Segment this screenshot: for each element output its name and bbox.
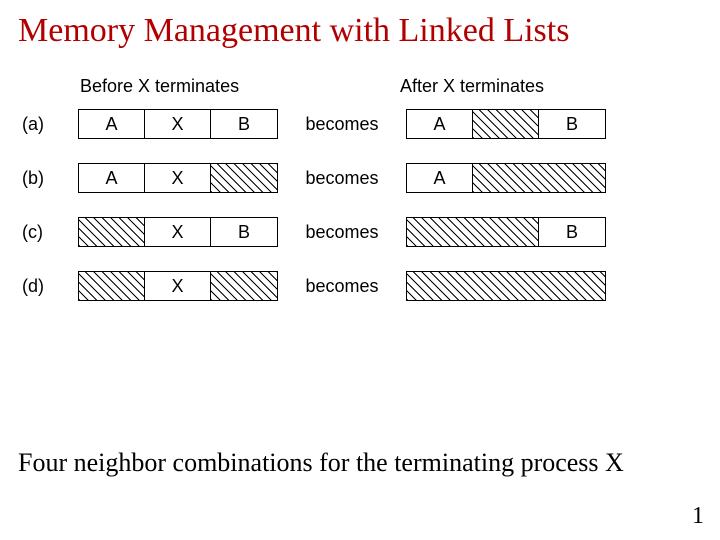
after-boxes: B — [406, 217, 606, 247]
segment-B: B — [539, 218, 605, 246]
row-label: (d) — [22, 276, 62, 297]
row-c: (c) X B becomes B — [22, 217, 702, 247]
segment-X: X — [145, 218, 211, 246]
page-number: 1 — [692, 503, 704, 530]
free-hole-icon — [79, 272, 145, 300]
header-before: Before X terminates — [80, 76, 340, 97]
row-d: (d) X becomes — [22, 271, 702, 301]
before-boxes: A X B — [78, 109, 278, 139]
segment-B: B — [539, 110, 605, 138]
row-label: (a) — [22, 114, 62, 135]
row-label: (c) — [22, 222, 62, 243]
caption: Four neighbor combinations for the termi… — [0, 448, 720, 478]
becomes-label: becomes — [278, 222, 406, 243]
after-boxes: A B — [406, 109, 606, 139]
segment-X: X — [145, 110, 211, 138]
becomes-label: becomes — [278, 168, 406, 189]
row-b: (b) A X becomes A — [22, 163, 702, 193]
before-boxes: X — [78, 271, 278, 301]
segment-B: B — [211, 218, 277, 246]
becomes-label: becomes — [278, 114, 406, 135]
after-boxes: A — [406, 163, 606, 193]
segment-B: B — [211, 110, 277, 138]
row-a: (a) A X B becomes A B — [22, 109, 702, 139]
segment-A: A — [407, 164, 473, 192]
free-hole-icon — [473, 164, 605, 192]
slide: Memory Management with Linked Lists Befo… — [0, 0, 720, 540]
diagram: Before X terminates After X terminates (… — [22, 76, 702, 301]
free-hole-icon — [473, 110, 539, 138]
free-hole-icon — [211, 164, 277, 192]
becomes-label: becomes — [278, 276, 406, 297]
segment-A: A — [79, 164, 145, 192]
header-after: After X terminates — [400, 76, 544, 97]
free-hole-icon — [407, 272, 605, 300]
before-boxes: X B — [78, 217, 278, 247]
after-boxes — [406, 271, 606, 301]
free-hole-icon — [79, 218, 145, 246]
free-hole-icon — [407, 218, 539, 246]
row-label: (b) — [22, 168, 62, 189]
segment-X: X — [145, 272, 211, 300]
page-title: Memory Management with Linked Lists — [18, 12, 702, 50]
segment-A: A — [407, 110, 473, 138]
free-hole-icon — [211, 272, 277, 300]
segment-X: X — [145, 164, 211, 192]
column-headers: Before X terminates After X terminates — [22, 76, 702, 97]
segment-A: A — [79, 110, 145, 138]
before-boxes: A X — [78, 163, 278, 193]
